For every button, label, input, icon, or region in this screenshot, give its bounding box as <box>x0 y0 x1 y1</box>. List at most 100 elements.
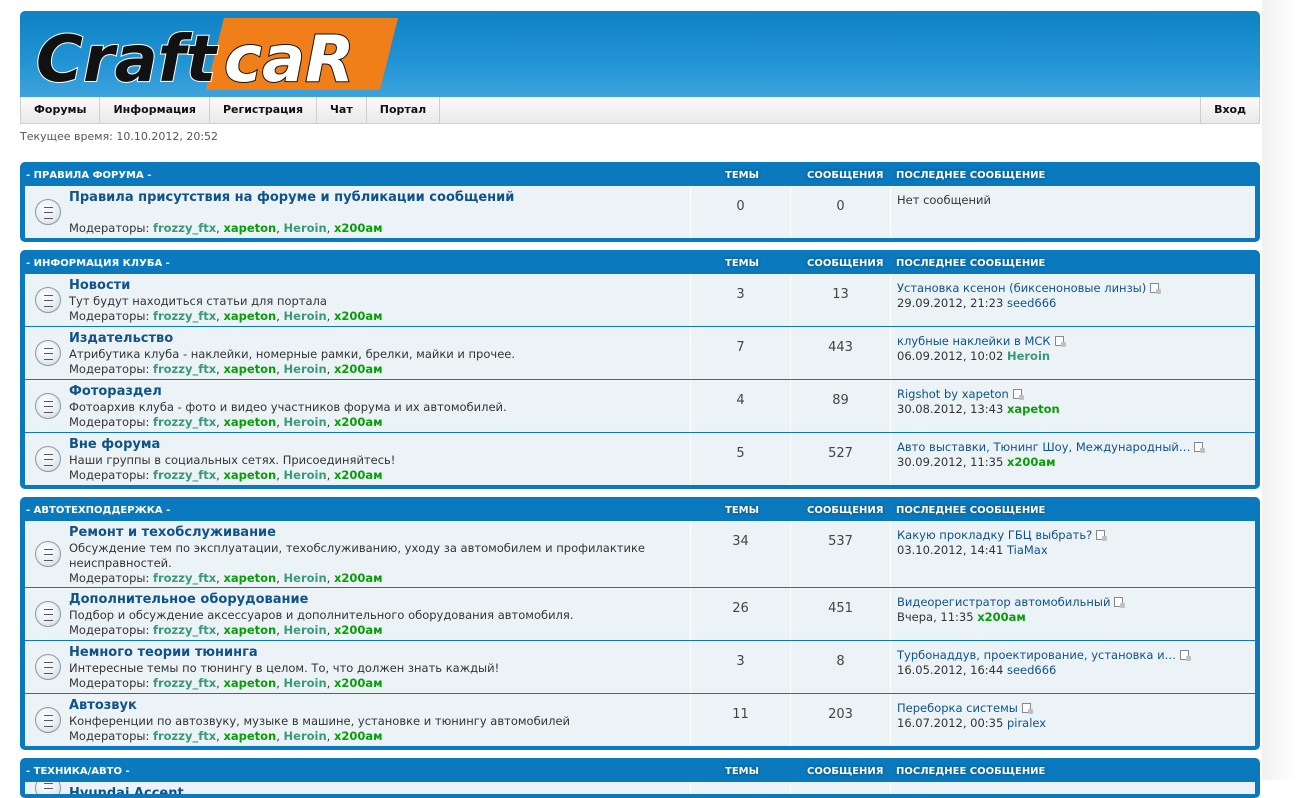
moderator-link[interactable]: xapeton <box>223 221 276 235</box>
moderators-label: Модераторы: <box>69 676 150 690</box>
nav-portal[interactable]: Портал <box>367 97 441 123</box>
last-post-author[interactable]: x200ам <box>977 610 1026 624</box>
forum-posts-count: 8 <box>791 641 891 693</box>
moderator-link[interactable]: Heroin <box>284 623 327 637</box>
forum-read-icon <box>35 287 61 313</box>
moderator-link[interactable]: x200ам <box>334 676 383 690</box>
forum-read-icon <box>35 340 61 366</box>
last-post-topic-link[interactable]: Переборка системы <box>897 701 1018 715</box>
forum-description: Тут будут находиться статьи для портала <box>69 294 327 308</box>
forum-description: Интересные темы по тюнингу в целом. То, … <box>69 661 500 675</box>
last-post-topic-link[interactable]: клубные наклейки в МСК <box>897 334 1051 348</box>
moderator-link[interactable]: Heroin <box>284 362 327 376</box>
forum-title-link[interactable]: Автозвук <box>69 698 684 713</box>
moderator-link[interactable]: Heroin <box>284 676 327 690</box>
moderator-link[interactable]: Heroin <box>284 468 327 482</box>
moderator-link[interactable]: Heroin <box>284 415 327 429</box>
category-title[interactable]: - ПРАВИЛА ФОРУМА - <box>26 170 151 181</box>
forum-read-icon <box>35 541 61 567</box>
moderator-link[interactable]: frozzy_ftx <box>153 571 216 585</box>
nav-forums[interactable]: Форумы <box>21 97 101 123</box>
forum-row: Немного теории тюнинга Интересные темы по… <box>25 640 1255 693</box>
moderator-link[interactable]: frozzy_ftx <box>153 415 216 429</box>
moderator-link[interactable]: xapeton <box>223 468 276 482</box>
nav-info[interactable]: Информация <box>100 97 210 123</box>
moderator-link[interactable]: Heroin <box>284 571 327 585</box>
last-post-author[interactable]: xapeton <box>1007 402 1060 416</box>
last-post-date: 30.08.2012, 13:43 <box>897 402 1004 416</box>
forum-title-link[interactable]: Дополнительное оборудование <box>69 592 684 607</box>
last-post-author[interactable]: seed666 <box>1007 663 1056 677</box>
forum-category: - АВТОТЕХПОДДЕРЖКА - ТЕМЫ СООБЩЕНИЯ ПОСЛЕДН… <box>20 497 1260 750</box>
view-latest-post-icon[interactable] <box>1114 597 1126 608</box>
moderator-link[interactable]: xapeton <box>223 415 276 429</box>
moderator-link[interactable]: x200ам <box>334 729 383 743</box>
moderator-link[interactable]: frozzy_ftx <box>153 468 216 482</box>
last-post-author[interactable]: TiaMax <box>1007 543 1048 557</box>
moderator-link[interactable]: x200ам <box>334 415 383 429</box>
view-latest-post-icon[interactable] <box>1012 389 1024 400</box>
view-latest-post-icon[interactable] <box>1194 442 1206 453</box>
view-latest-post-icon[interactable] <box>1150 283 1162 294</box>
moderator-link[interactable]: frozzy_ftx <box>153 221 216 235</box>
moderator-link[interactable]: xapeton <box>223 729 276 743</box>
moderator-link[interactable]: frozzy_ftx <box>153 309 216 323</box>
moderator-link[interactable]: frozzy_ftx <box>153 362 216 376</box>
moderator-link[interactable]: frozzy_ftx <box>153 623 216 637</box>
last-post-topic-link[interactable]: Турбонаддув, проектирование, установка и… <box>897 648 1176 662</box>
forum-row: Дополнительное оборудование Подбор и обсу… <box>25 587 1255 640</box>
category-title[interactable]: - АВТОТЕХПОДДЕРЖКА - <box>26 505 170 516</box>
forum-title-link[interactable]: Издательство <box>69 331 684 346</box>
moderator-link[interactable]: xapeton <box>223 676 276 690</box>
forum-topics-count: 3 <box>691 274 791 326</box>
moderator-link[interactable]: x200ам <box>334 623 383 637</box>
forum-title-link[interactable]: Фотораздел <box>69 384 684 399</box>
moderator-link[interactable]: x200ам <box>334 221 383 235</box>
view-latest-post-icon[interactable] <box>1180 650 1192 661</box>
moderator-link[interactable]: x200ам <box>334 309 383 323</box>
moderator-link[interactable]: Heroin <box>284 221 327 235</box>
column-topics-header: ТЕМЫ <box>725 170 759 181</box>
view-latest-post-icon[interactable] <box>1096 530 1108 541</box>
last-post-topic-link[interactable]: Авто выставки, Тюнинг Шоу, Международный… <box>897 440 1190 454</box>
moderator-link[interactable]: Heroin <box>284 309 327 323</box>
last-post-author[interactable]: piralex <box>1007 716 1046 730</box>
last-post-topic-link[interactable]: Какую прокладку ГБЦ выбрать? <box>897 528 1092 542</box>
forum-topics-count: 5 <box>691 433 791 485</box>
forum-title-link[interactable]: Вне форума <box>69 437 684 452</box>
forum-topics-count <box>691 782 791 794</box>
forum-posts-count: 89 <box>791 380 891 432</box>
forum-description-spacer <box>69 206 684 221</box>
moderator-link[interactable]: xapeton <box>223 362 276 376</box>
forum-title-link[interactable]: Hyundai Accent <box>69 786 684 794</box>
last-post-author[interactable]: Heroin <box>1007 349 1050 363</box>
forum-title-link[interactable]: Немного теории тюнинга <box>69 645 684 660</box>
forum-posts-count: 13 <box>791 274 891 326</box>
view-latest-post-icon[interactable] <box>1054 336 1066 347</box>
moderator-link[interactable]: x200ам <box>334 362 383 376</box>
last-post-author[interactable]: x200ам <box>1007 455 1056 469</box>
nav-chat[interactable]: Чат <box>317 97 367 123</box>
moderator-link[interactable]: x200ам <box>334 468 383 482</box>
forum-title-link[interactable]: Ремонт и техобслуживание <box>69 525 684 540</box>
moderator-link[interactable]: xapeton <box>223 571 276 585</box>
last-post-author[interactable]: seed666 <box>1007 296 1056 310</box>
view-latest-post-icon[interactable] <box>1021 703 1033 714</box>
last-post-topic-link[interactable]: Установка ксенон (биксеноновые линзы) <box>897 281 1146 295</box>
last-post-topic-link[interactable]: Rigshot by xapeton <box>897 387 1009 401</box>
moderator-link[interactable]: x200ам <box>334 571 383 585</box>
last-post-topic-link[interactable]: Видеорегистратор автомобильный <box>897 595 1110 609</box>
moderator-link[interactable]: frozzy_ftx <box>153 676 216 690</box>
moderator-link[interactable]: xapeton <box>223 309 276 323</box>
site-header: Craft caR <box>20 11 1260 97</box>
moderator-link[interactable]: xapeton <box>223 623 276 637</box>
moderator-link[interactable]: frozzy_ftx <box>153 729 216 743</box>
nav-register[interactable]: Регистрация <box>210 97 318 123</box>
category-title[interactable]: - ИНФОРМАЦИЯ КЛУБА - <box>26 258 170 269</box>
category-title[interactable]: - ТЕХНИКА/АВТО - <box>26 766 130 777</box>
forum-title-link[interactable]: Правила присутствия на форуме и публикац… <box>69 190 684 205</box>
nav-login[interactable]: Вход <box>1200 97 1259 123</box>
moderator-link[interactable]: Heroin <box>284 729 327 743</box>
forum-title-link[interactable]: Новости <box>69 278 684 293</box>
craftcar-logo[interactable]: Craft caR <box>28 15 398 93</box>
